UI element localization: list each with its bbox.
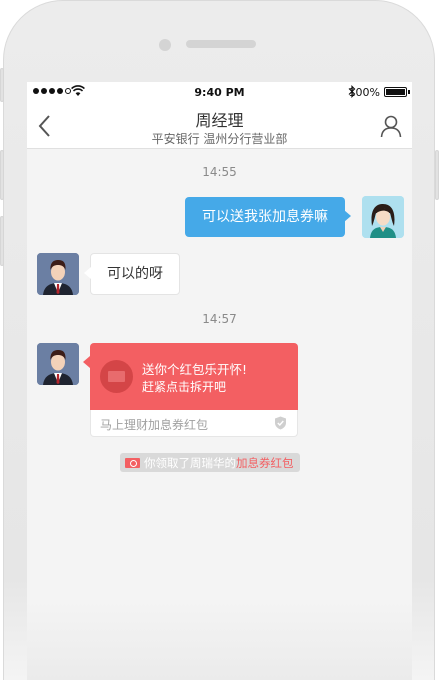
profile-icon[interactable]: [380, 114, 402, 138]
red-packet-footer-bar: 马上理财加息券红包: [90, 410, 298, 437]
received-message-bubble[interactable]: 可以的呀: [84, 253, 180, 295]
sent-message-bubble[interactable]: 可以送我张加息券嘛: [185, 197, 351, 237]
message-timestamp: 14:55: [202, 165, 237, 179]
contact-organization: 平安银行 温州分行营业部: [151, 132, 288, 146]
female-avatar-icon: [362, 196, 404, 238]
battery-icon: [384, 87, 407, 97]
red-packet-title: 送你个红包乐开怀!: [142, 362, 248, 377]
chat-screen: 9:40 PM 100% 周经理 平安银行 温州分行营业部 14:55 可以送我…: [27, 82, 412, 680]
message-timestamp: 14:57: [202, 312, 237, 326]
earpiece-speaker: [186, 40, 256, 48]
mute-switch: [0, 68, 4, 102]
front-camera: [159, 39, 171, 51]
red-packet-card[interactable]: 送你个红包乐开怀! 赶紧点击拆开吧 马上理财加息券红包: [83, 343, 298, 437]
volume-up-button: [0, 150, 4, 200]
volume-down-button: [0, 216, 4, 266]
notice-text: 你领取了周瑞华的: [144, 455, 236, 470]
male-avatar-icon: [37, 343, 79, 385]
red-packet-icon: [125, 457, 140, 468]
contact-name: 周经理: [195, 111, 244, 130]
navigation-bar: 周经理 平安银行 温州分行营业部: [27, 102, 412, 149]
user-avatar[interactable]: [362, 196, 404, 238]
power-button: [435, 150, 439, 200]
shield-check-icon: [275, 416, 286, 430]
red-packet-coupon-icon: [100, 360, 133, 393]
contact-avatar[interactable]: [37, 343, 79, 385]
male-avatar-icon: [37, 253, 79, 295]
red-packet-footer: 马上理财加息券红包: [100, 418, 209, 432]
notice-link[interactable]: 加息券红包: [236, 455, 294, 471]
system-notice: 你领取了周瑞华的 加息券红包: [120, 453, 300, 472]
screen-fade: [27, 600, 412, 680]
red-packet-subtitle: 赶紧点击拆开吧: [142, 380, 227, 394]
status-bar: 9:40 PM 100%: [27, 82, 412, 102]
battery-percent: 100%: [348, 86, 380, 99]
battery-tip: [408, 90, 410, 94]
red-packet-header: 送你个红包乐开怀! 赶紧点击拆开吧: [83, 343, 298, 410]
contact-avatar[interactable]: [37, 253, 79, 295]
